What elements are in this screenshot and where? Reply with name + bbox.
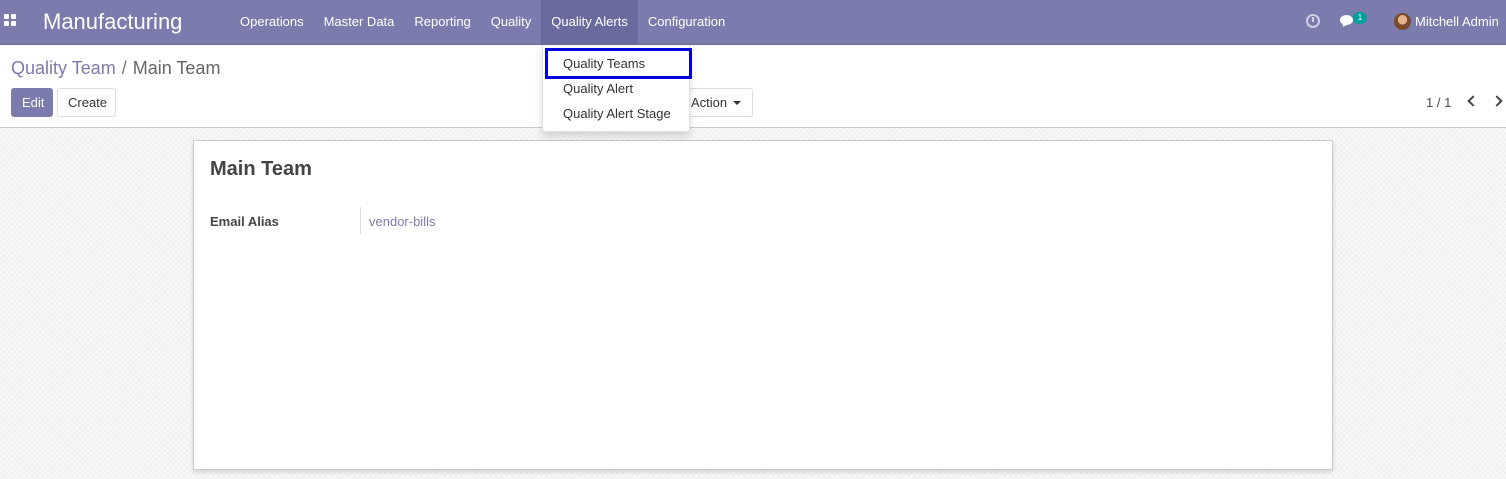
record-title: Main Team — [210, 158, 312, 180]
email-alias-label: Email Alias — [210, 214, 279, 229]
dropdown-item-quality-alert[interactable]: Quality Alert — [543, 78, 691, 100]
create-button[interactable]: Create — [57, 88, 116, 117]
email-alias-value[interactable]: vendor-bills — [369, 214, 435, 229]
edit-button[interactable]: Edit — [11, 88, 53, 117]
menu-configuration[interactable]: Configuration — [638, 0, 735, 44]
form-sheet: Main Team Email Alias vendor-bills — [193, 140, 1333, 470]
quality-alerts-dropdown: Quality Teams Quality Alert Quality Aler… — [542, 45, 692, 132]
menu-operations[interactable]: Operations — [230, 0, 314, 44]
breadcrumb-current: Main Team — [132, 58, 221, 78]
dropdown-item-quality-teams[interactable]: Quality Teams — [545, 48, 692, 79]
menu-master-data[interactable]: Master Data — [314, 0, 405, 44]
dropdown-item-quality-alert-stage[interactable]: Quality Alert Stage — [543, 103, 691, 125]
chat-badge: 1 — [1353, 12, 1367, 24]
chevron-left-icon[interactable] — [1467, 95, 1479, 107]
breadcrumb: Quality Team / Main Team — [11, 58, 220, 79]
main-menu: Operations Master Data Reporting Quality… — [230, 0, 735, 44]
field-divider — [360, 207, 361, 234]
action-button-label: Action — [691, 95, 728, 110]
chevron-right-icon[interactable] — [1491, 95, 1503, 107]
user-menu-name[interactable]: Mitchell Admin — [1415, 14, 1499, 29]
activity-clock-icon[interactable] — [1306, 14, 1320, 28]
apps-grid-icon[interactable] — [4, 14, 18, 28]
caret-down-icon — [733, 100, 742, 105]
top-navbar: Manufacturing Operations Master Data Rep… — [0, 0, 1506, 45]
pager-value[interactable]: 1 / 1 — [1426, 95, 1451, 110]
menu-quality[interactable]: Quality — [481, 0, 541, 44]
breadcrumb-parent[interactable]: Quality Team — [11, 58, 116, 79]
breadcrumb-separator: / — [121, 58, 127, 78]
user-avatar[interactable] — [1394, 13, 1411, 30]
app-name[interactable]: Manufacturing — [43, 9, 182, 35]
menu-reporting[interactable]: Reporting — [404, 0, 480, 44]
menu-quality-alerts[interactable]: Quality Alerts — [541, 0, 638, 44]
